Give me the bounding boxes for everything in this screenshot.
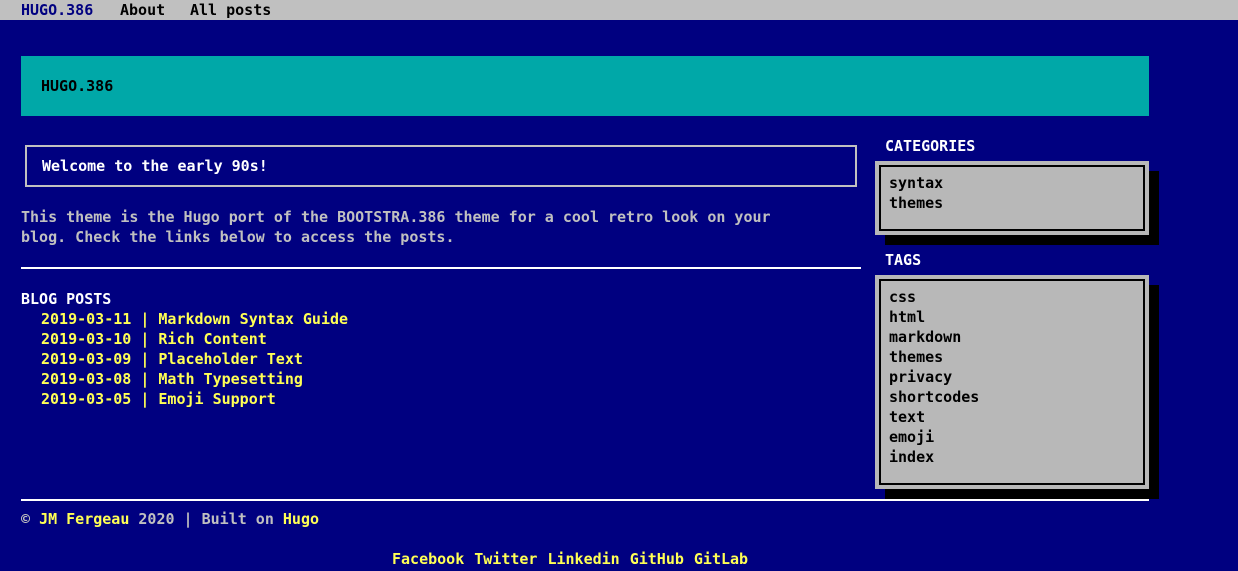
footer-divider [21, 499, 1149, 501]
list-item[interactable]: 2019-03-05 | Emoji Support [41, 389, 348, 409]
intro-paragraph: This theme is the Hugo port of the BOOTS… [21, 207, 856, 247]
post-title-link[interactable]: Emoji Support [158, 390, 275, 408]
tags-list: css html markdown themes privacy shortco… [889, 287, 979, 467]
tags-heading: TAGS [885, 251, 922, 269]
author-link[interactable]: JM Fergeau [39, 510, 129, 528]
welcome-text: Welcome to the early 90s! [42, 157, 268, 175]
categories-heading: CATEGORIES [885, 137, 976, 155]
post-date[interactable]: 2019-03-10 [41, 330, 131, 348]
tag-link[interactable]: themes [889, 347, 979, 367]
footer-credits: © JM Fergeau 2020 | Built on Hugo [21, 509, 319, 529]
post-separator[interactable]: | [140, 310, 149, 328]
tag-link[interactable]: markdown [889, 327, 979, 347]
list-item[interactable]: 2019-03-09 | Placeholder Text [41, 349, 348, 369]
categories-list: syntax themes [889, 173, 943, 213]
tags-panel: css html markdown themes privacy shortco… [875, 275, 1149, 489]
list-item[interactable]: 2019-03-11 | Markdown Syntax Guide [41, 309, 348, 329]
copyright-symbol: © [21, 510, 31, 528]
nav-brand-link[interactable]: HUGO.386 [21, 0, 93, 20]
social-links: Facebook Twitter Linkedin GitHub GitLab [392, 549, 748, 569]
post-title-link[interactable]: Rich Content [158, 330, 266, 348]
footer-year-text: 2020 | Built on [138, 510, 274, 528]
category-syntax-link[interactable]: syntax [889, 173, 943, 193]
nav-all-posts-link[interactable]: All posts [190, 0, 271, 20]
category-themes-link[interactable]: themes [889, 193, 943, 213]
post-date[interactable]: 2019-03-11 [41, 310, 131, 328]
welcome-box: Welcome to the early 90s! [25, 145, 857, 187]
divider [21, 267, 861, 269]
tag-link[interactable]: shortcodes [889, 387, 979, 407]
post-title-link[interactable]: Placeholder Text [158, 350, 303, 368]
jumbotron: HUGO.386 [21, 56, 1149, 116]
post-separator[interactable]: | [140, 350, 149, 368]
post-separator[interactable]: | [140, 370, 149, 388]
nav-about-link[interactable]: About [120, 0, 165, 20]
post-title-link[interactable]: Markdown Syntax Guide [158, 310, 348, 328]
gitlab-link[interactable]: GitLab [694, 550, 748, 568]
tag-link[interactable]: html [889, 307, 979, 327]
post-date[interactable]: 2019-03-05 [41, 390, 131, 408]
list-item[interactable]: 2019-03-10 | Rich Content [41, 329, 348, 349]
post-date[interactable]: 2019-03-08 [41, 370, 131, 388]
post-date[interactable]: 2019-03-09 [41, 350, 131, 368]
blog-posts-heading: BLOG POSTS [21, 290, 112, 308]
intro-line: blog. Check the links below to access th… [21, 228, 455, 246]
hugo-link[interactable]: Hugo [283, 510, 319, 528]
facebook-link[interactable]: Facebook [392, 550, 464, 568]
tag-link[interactable]: css [889, 287, 979, 307]
twitter-link[interactable]: Twitter [474, 550, 537, 568]
top-navbar: HUGO.386 About All posts [0, 0, 1238, 20]
post-separator[interactable]: | [140, 330, 149, 348]
linkedin-link[interactable]: Linkedin [547, 550, 619, 568]
tag-link[interactable]: emoji [889, 427, 979, 447]
tag-link[interactable]: index [889, 447, 979, 467]
list-item[interactable]: 2019-03-08 | Math Typesetting [41, 369, 348, 389]
intro-line: This theme is the Hugo port of the BOOTS… [21, 208, 771, 226]
categories-panel: syntax themes [875, 161, 1149, 235]
tag-link[interactable]: privacy [889, 367, 979, 387]
blog-post-list: 2019-03-11 | Markdown Syntax Guide 2019-… [41, 309, 348, 409]
github-link[interactable]: GitHub [630, 550, 684, 568]
post-separator[interactable]: | [140, 390, 149, 408]
tag-link[interactable]: text [889, 407, 979, 427]
jumbotron-title: HUGO.386 [41, 77, 114, 95]
post-title-link[interactable]: Math Typesetting [158, 370, 303, 388]
